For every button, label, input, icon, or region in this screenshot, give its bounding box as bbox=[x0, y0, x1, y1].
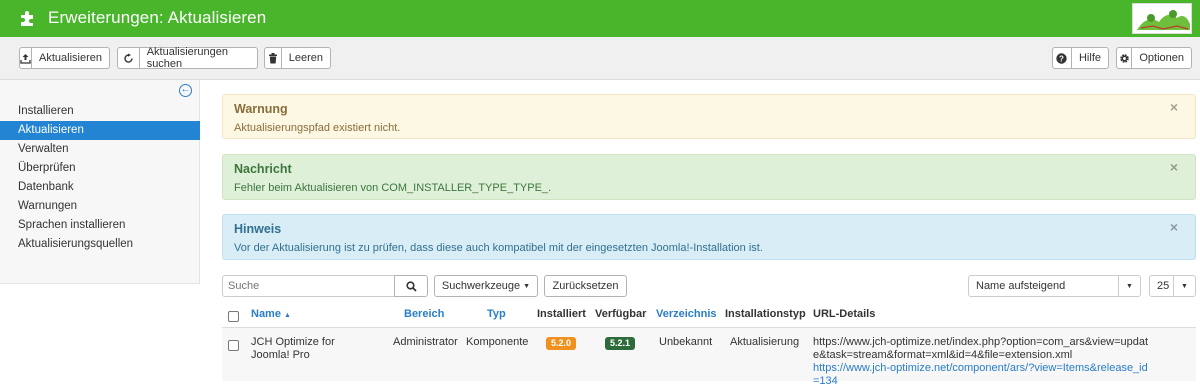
search-button[interactable] bbox=[394, 275, 428, 297]
column-name-label: Name bbox=[251, 308, 281, 320]
row-type: Komponente bbox=[466, 336, 529, 348]
update-button-label: Aktualisieren bbox=[39, 52, 102, 64]
sort-select-value: Name aufsteigend bbox=[976, 280, 1066, 292]
find-updates-button-label: Aktualisierungen suchen bbox=[146, 46, 229, 70]
row-info-link[interactable]: https://www.jch-optimize.net/component/a… bbox=[813, 362, 1148, 387]
notice-alert-heading: Hinweis bbox=[234, 222, 282, 236]
find-updates-button[interactable]: Aktualisierungen suchen bbox=[117, 46, 258, 70]
message-alert-heading: Nachricht bbox=[234, 162, 292, 176]
table-row: JCH Optimize for Joomla! Pro Administrat… bbox=[222, 328, 1196, 387]
close-icon[interactable]: × bbox=[1170, 219, 1178, 235]
search-icon bbox=[405, 280, 417, 292]
toolbar: Aktualisieren Aktualisierungen suchen Le… bbox=[0, 37, 1200, 80]
column-name-header[interactable]: Name ▲ bbox=[251, 308, 291, 320]
sort-select[interactable]: Name aufsteigend ▼ bbox=[968, 275, 1141, 297]
row-folder: Unbekannt bbox=[659, 336, 713, 348]
site-logo bbox=[1132, 3, 1192, 34]
clear-button[interactable]: Leeren bbox=[264, 47, 331, 69]
puzzle-icon bbox=[21, 11, 33, 26]
row-url-details: https://www.jch-optimize.net/index.php?o… bbox=[813, 336, 1153, 388]
question-icon: ? bbox=[1053, 48, 1072, 68]
column-type-header[interactable]: Typ bbox=[487, 308, 506, 320]
warning-alert-text: Aktualisierungspfad existiert nicht. bbox=[234, 122, 401, 134]
search-tools-button[interactable]: Suchwerkzeuge ▼ bbox=[434, 275, 538, 297]
warning-alert-heading: Warnung bbox=[234, 102, 288, 116]
row-checkbox[interactable] bbox=[228, 340, 239, 351]
sidebar-item-install-languages[interactable]: Sprachen installieren bbox=[0, 216, 200, 235]
sidebar-item-database[interactable]: Datenbank bbox=[0, 178, 200, 197]
svg-text:?: ? bbox=[1060, 54, 1065, 63]
table-header: Name ▲ Bereich Typ Installiert Verfügbar… bbox=[222, 302, 1196, 328]
row-area: Administrator bbox=[393, 336, 458, 348]
message-alert: Nachricht Fehler beim Aktualisieren von … bbox=[222, 154, 1196, 200]
sidebar-item-update[interactable]: Aktualisieren bbox=[0, 121, 200, 140]
column-area-header[interactable]: Bereich bbox=[404, 308, 444, 320]
search-tools-label: Suchwerkzeuge bbox=[441, 280, 521, 292]
chevron-down-icon: ▼ bbox=[1173, 276, 1195, 296]
reset-button[interactable]: Zurücksetzen bbox=[544, 275, 627, 297]
column-install-type-header: Installationstyp bbox=[725, 308, 806, 320]
message-alert-text: Fehler beim Aktualisieren von COM_INSTAL… bbox=[234, 182, 552, 194]
column-available-header: Verfügbar bbox=[595, 308, 647, 320]
gear-icon bbox=[1117, 48, 1133, 68]
close-icon[interactable]: × bbox=[1170, 159, 1178, 175]
refresh-icon bbox=[118, 48, 140, 68]
trash-icon bbox=[265, 48, 282, 68]
sidebar-menu: Installieren Aktualisieren Verwalten Übe… bbox=[0, 102, 200, 254]
row-update-url: https://www.jch-optimize.net/index.php?o… bbox=[813, 336, 1149, 361]
column-installed-header: Installiert bbox=[537, 308, 586, 320]
sidebar-item-install[interactable]: Installieren bbox=[0, 102, 200, 121]
limit-select[interactable]: 25 ▼ bbox=[1149, 275, 1196, 297]
sort-asc-icon: ▲ bbox=[284, 312, 291, 319]
notice-alert: Hinweis Vor der Aktualisierung ist zu pr… bbox=[222, 214, 1196, 260]
close-icon[interactable]: × bbox=[1170, 99, 1178, 115]
help-button-label: Hilfe bbox=[1078, 52, 1101, 64]
clear-button-label: Leeren bbox=[288, 52, 323, 64]
caret-down-icon: ▼ bbox=[523, 282, 531, 290]
options-button[interactable]: Optionen bbox=[1116, 47, 1192, 69]
sidebar: ← Installieren Aktualisieren Verwalten Ü… bbox=[0, 80, 200, 284]
installed-version-badge: 5.2.0 bbox=[546, 337, 577, 350]
options-button-label: Optionen bbox=[1139, 52, 1184, 64]
chevron-down-icon: ▼ bbox=[1118, 276, 1140, 296]
sidebar-toggle-icon[interactable]: ← bbox=[179, 84, 192, 97]
sidebar-item-manage[interactable]: Verwalten bbox=[0, 140, 200, 159]
page-title: Erweiterungen: Aktualisieren bbox=[48, 8, 267, 27]
update-button[interactable]: Aktualisieren bbox=[19, 47, 110, 69]
row-name: JCH Optimize for Joomla! Pro bbox=[251, 336, 335, 361]
sidebar-item-update-sites[interactable]: Aktualisierungsquellen bbox=[0, 235, 200, 254]
available-version-badge: 5.2.1 bbox=[605, 337, 636, 350]
column-url-header: URL-Details bbox=[813, 308, 876, 320]
help-button[interactable]: ? Hilfe bbox=[1052, 47, 1109, 69]
column-folder-header[interactable]: Verzeichnis bbox=[656, 308, 717, 320]
select-all-checkbox[interactable] bbox=[228, 311, 239, 322]
header-bar: Erweiterungen: Aktualisieren bbox=[0, 0, 1200, 37]
notice-alert-text: Vor der Aktualisierung ist zu prüfen, da… bbox=[234, 242, 763, 254]
sidebar-item-warnings[interactable]: Warnungen bbox=[0, 197, 200, 216]
upload-icon bbox=[20, 48, 33, 68]
search-input[interactable] bbox=[222, 275, 395, 297]
warning-alert: Warnung Aktualisierungspfad existiert ni… bbox=[222, 94, 1196, 139]
sidebar-item-discover[interactable]: Überprüfen bbox=[0, 159, 200, 178]
row-install-type: Aktualisierung bbox=[730, 336, 800, 348]
limit-select-value: 25 bbox=[1157, 280, 1170, 292]
